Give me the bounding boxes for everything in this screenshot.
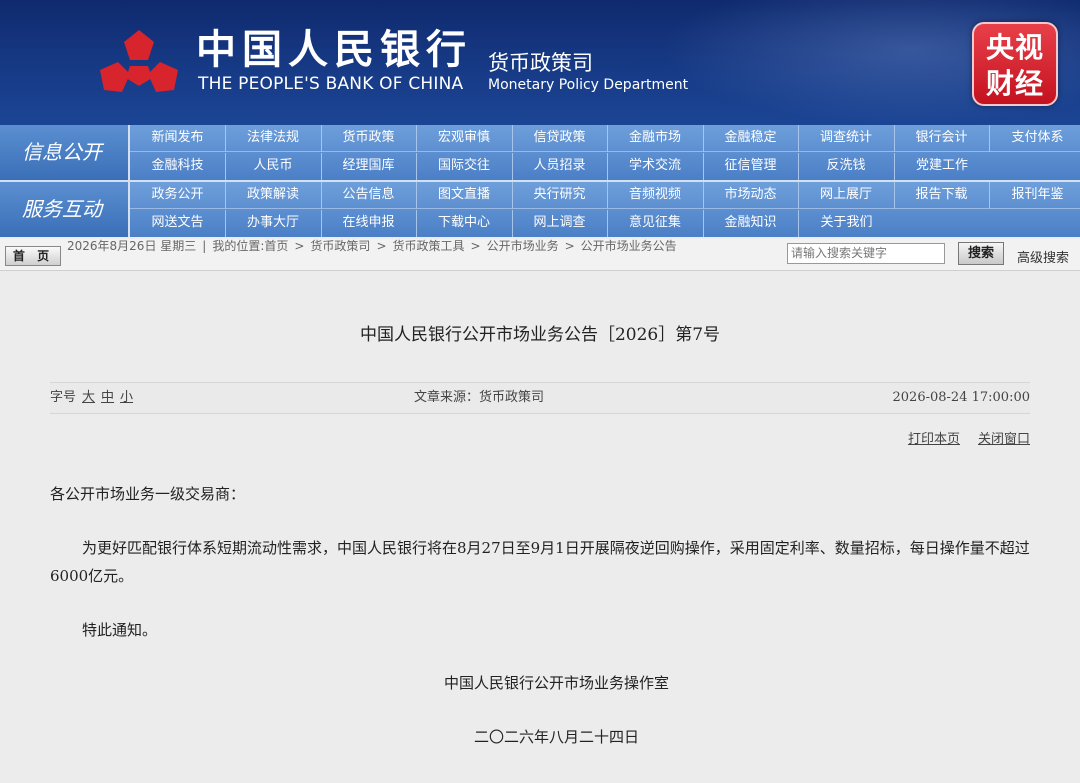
breadcrumb-item[interactable]: 货币政策司 bbox=[310, 239, 370, 253]
breadcrumb-item[interactable]: 公开市场业务 bbox=[487, 239, 559, 253]
font-size-small[interactable]: 小 bbox=[120, 390, 133, 405]
breadcrumb-item[interactable]: 公开市场业务公告 bbox=[581, 239, 677, 253]
article-datetime: 2026-08-24 17:00:00 bbox=[892, 390, 1030, 405]
nav-item[interactable]: 办事大厅 bbox=[226, 210, 322, 237]
nav-section-info: 信息公开 新闻发布 法律法规 货币政策 宏观审慎 信贷政策 金融市场 金融稳定 调查统计 银行会… bbox=[0, 125, 1080, 180]
font-size-label: 字号 bbox=[50, 390, 77, 405]
article-body: 为更好匹配银行体系短期流动性需求，中国人民银行将在8月27日至9月1日开展隔夜逆… bbox=[50, 539, 1030, 585]
article-meta: 字号大中小 文章来源：货币政策司 2026-08-24 17:00:00 bbox=[50, 382, 1030, 414]
main-nav: 信息公开 新闻发布 法律法规 货币政策 宏观审慎 信贷政策 金融市场 金融稳定 调查统计 银行会… bbox=[0, 125, 1080, 237]
nav-item[interactable]: 网上调查 bbox=[512, 210, 608, 237]
nav-section-title-service: 服务互动 bbox=[0, 182, 128, 237]
nav-item[interactable]: 党建工作 bbox=[894, 153, 990, 180]
nav-item[interactable]: 国际交往 bbox=[417, 153, 513, 180]
home-button[interactable]: 首 页 bbox=[5, 246, 61, 266]
nav-rows-service: 政务公开 政策解读 公告信息 图文直播 央行研究 音频视频 市场动态 网上展厅 报告下载 报刊年鉴… bbox=[130, 182, 1080, 237]
bank-name-en: THE PEOPLE'S BANK OF CHINA bbox=[198, 74, 464, 94]
nav-item[interactable]: 网上展厅 bbox=[799, 182, 895, 209]
dept-name-cn: 货币政策司 bbox=[488, 51, 593, 75]
nav-item[interactable]: 调查统计 bbox=[799, 125, 895, 152]
font-size-control: 字号大中小 bbox=[50, 383, 133, 413]
nav-row: 政务公开 政策解读 公告信息 图文直播 央行研究 音频视频 市场动态 网上展厅 报告下载 报刊年鉴 bbox=[130, 182, 1080, 209]
nav-item[interactable]: 金融知识 bbox=[703, 210, 799, 237]
nav-item[interactable]: 政务公开 bbox=[130, 182, 226, 209]
nav-item[interactable]: 金融科技 bbox=[130, 153, 226, 180]
nav-item[interactable]: 在线申报 bbox=[321, 210, 417, 237]
nav-item[interactable]: 人民币 bbox=[226, 153, 322, 180]
nav-item[interactable]: 宏观审慎 bbox=[417, 125, 513, 152]
breadcrumb: 2026年8月26日 星期三 | 我的位置:首页 > 货币政策司 > 货币政策工具 > 公开市场… bbox=[67, 239, 677, 253]
article-title: 中国人民银行公开市场业务公告［2026］第7号 bbox=[359, 325, 721, 345]
nav-item[interactable]: 下载中心 bbox=[417, 210, 513, 237]
nav-item[interactable]: 网送文告 bbox=[130, 210, 226, 237]
breadcrumb-home[interactable]: 我的位置:首页 bbox=[212, 239, 288, 253]
dept-name-en: Monetary Policy Department bbox=[488, 77, 689, 93]
watermark-line2: 财经 bbox=[985, 67, 1044, 100]
nav-item[interactable]: 公告信息 bbox=[321, 182, 417, 209]
nav-item[interactable]: 银行会计 bbox=[894, 125, 990, 152]
nav-item[interactable]: 支付体系 bbox=[990, 125, 1080, 152]
nav-section-title-info: 信息公开 bbox=[0, 125, 128, 180]
article: 中国人民银行公开市场业务公告［2026］第7号 字号大中小 文章来源：货币政策司… bbox=[0, 288, 1080, 783]
nav-item[interactable]: 市场动态 bbox=[703, 182, 799, 209]
nav-item[interactable]: 经理国库 bbox=[321, 153, 417, 180]
nav-item[interactable]: 报告下载 bbox=[894, 182, 990, 209]
nav-row: 金融科技 人民币 经理国库 国际交往 人员招录 学术交流 征信管理 反洗钱 党建工作 bbox=[130, 153, 1080, 180]
salutation: 各公开市场业务一级交易商： bbox=[50, 485, 246, 503]
bank-name-cn: 中国人民银行 bbox=[196, 27, 472, 73]
notice-text: 特此通知。 bbox=[82, 621, 158, 639]
font-size-large[interactable]: 大 bbox=[82, 390, 95, 405]
nav-item[interactable]: 意见征集 bbox=[608, 210, 704, 237]
search-input[interactable]: 请输入搜索关键字 bbox=[787, 243, 945, 264]
nav-row: 新闻发布 法律法规 货币政策 宏观审慎 信贷政策 金融市场 金融稳定 调查统计 银行会计 支付体系 bbox=[130, 125, 1080, 152]
nav-item[interactable]: 政策解读 bbox=[226, 182, 322, 209]
nav-item[interactable]: 图文直播 bbox=[417, 182, 513, 209]
nav-item[interactable]: 反洗钱 bbox=[799, 153, 895, 180]
article-tools: 打印本页 关闭窗口 bbox=[890, 428, 1030, 447]
nav-item[interactable]: 金融市场 bbox=[608, 125, 704, 152]
signature-date: 二〇二六年八月二十四日 bbox=[473, 728, 639, 746]
header-banner: 中国人民银行 THE PEOPLE'S BANK OF CHINA 货币政策司 … bbox=[0, 0, 1080, 125]
nav-item[interactable]: 学术交流 bbox=[608, 153, 704, 180]
article-source: 文章来源：货币政策司 bbox=[414, 390, 545, 405]
close-window-link[interactable]: 关闭窗口 bbox=[978, 432, 1030, 447]
nav-item[interactable]: 关于我们 bbox=[799, 210, 895, 237]
breadcrumb-item[interactable]: 货币政策工具 bbox=[393, 239, 465, 253]
nav-item[interactable]: 法律法规 bbox=[226, 125, 322, 152]
nav-item[interactable]: 征信管理 bbox=[703, 153, 799, 180]
nav-row: 网送文告 办事大厅 在线申报 下载中心 网上调查 意见征集 金融知识 关于我们 bbox=[130, 210, 1080, 237]
search-button[interactable]: 搜索 bbox=[958, 242, 1004, 265]
nav-item[interactable]: 金融稳定 bbox=[703, 125, 799, 152]
current-date: 2026年8月26日 星期三 bbox=[67, 239, 197, 253]
watermark-line1: 央视 bbox=[985, 31, 1044, 64]
nav-item[interactable]: 音频视频 bbox=[608, 182, 704, 209]
print-page-link[interactable]: 打印本页 bbox=[908, 432, 960, 447]
pboc-logo-icon bbox=[100, 30, 178, 92]
font-size-medium[interactable]: 中 bbox=[101, 390, 114, 405]
utility-bar: 首 页 2026年8月26日 星期三 | 我的位置:首页 > 货币政策司 > 货币政策工具 >… bbox=[0, 239, 1080, 271]
advanced-search-link[interactable]: 高级搜索 bbox=[1017, 247, 1069, 266]
cctv-finance-watermark: 央视 财经 bbox=[972, 22, 1058, 106]
nav-item[interactable]: 新闻发布 bbox=[130, 125, 226, 152]
nav-section-service: 服务互动 政务公开 政策解读 公告信息 图文直播 央行研究 音频视频 市场动态 网上展厅 报告下… bbox=[0, 182, 1080, 237]
nav-item[interactable]: 报刊年鉴 bbox=[990, 182, 1080, 209]
signature-org: 中国人民银行公开市场业务操作室 bbox=[443, 674, 669, 692]
nav-item[interactable]: 央行研究 bbox=[512, 182, 608, 209]
nav-item[interactable]: 人员招录 bbox=[512, 153, 608, 180]
nav-rows-info: 新闻发布 法律法规 货币政策 宏观审慎 信贷政策 金融市场 金融稳定 调查统计 银行会计 支付体系… bbox=[130, 125, 1080, 180]
nav-item[interactable]: 信贷政策 bbox=[512, 125, 608, 152]
nav-item[interactable]: 货币政策 bbox=[321, 125, 417, 152]
